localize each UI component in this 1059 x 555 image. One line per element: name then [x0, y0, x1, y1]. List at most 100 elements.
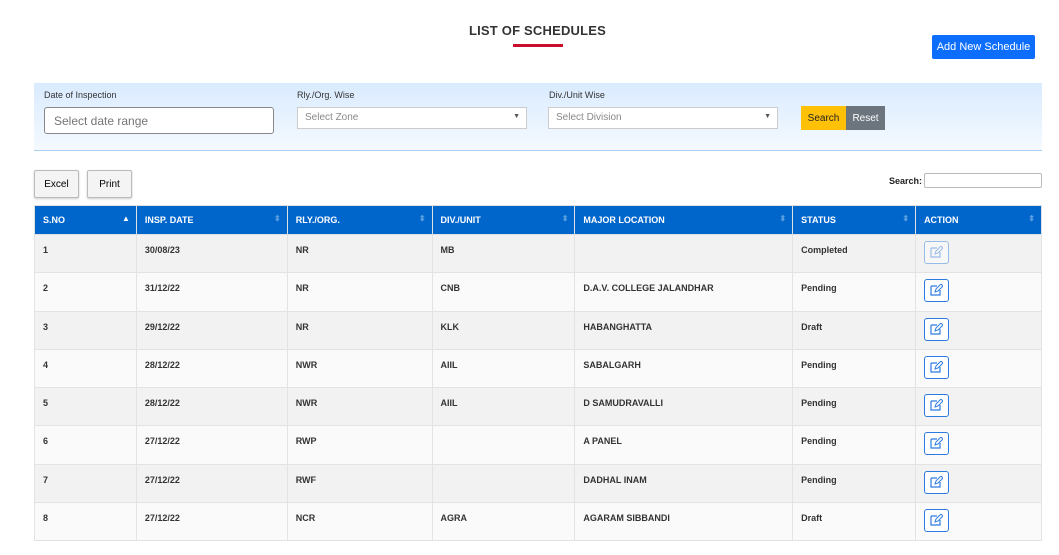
cell-div	[431, 463, 576, 504]
edit-icon	[930, 398, 944, 413]
search-label: Search:	[889, 176, 923, 186]
sort-icon: ⬍	[779, 214, 787, 223]
cell-sno: 6	[34, 425, 137, 465]
cell-status: Pending	[792, 425, 917, 465]
cell-loc: A PANEL	[574, 425, 794, 465]
cell-date: 30/08/23	[135, 233, 288, 274]
cell-action	[915, 272, 1042, 312]
cell-status: Draft	[792, 502, 917, 542]
edit-icon	[930, 513, 944, 528]
cell-action	[915, 502, 1042, 542]
edit-button[interactable]	[924, 470, 950, 494]
table-row: 7 27/12/22 RWF DADHAL INAM Pending	[34, 463, 1042, 504]
table-row: 2 31/12/22 NR CNB D.A.V. COLLEGE JALANDHAR Pe…	[34, 272, 1042, 312]
edit-button[interactable]	[924, 317, 950, 341]
column-header[interactable]: DIV./UNIT ⬍	[431, 205, 576, 235]
cell-status: Pending	[792, 387, 917, 427]
column-header-label: ACTION	[924, 215, 959, 225]
cell-div: CNB	[431, 272, 576, 312]
cell-loc: D SAMUDRAVALLI	[574, 387, 794, 427]
edit-button[interactable]	[924, 509, 950, 533]
edit-icon	[930, 436, 944, 451]
cell-action	[915, 387, 1042, 427]
cell-action	[915, 310, 1042, 350]
add-new-schedule-button[interactable]: Add New Schedule	[932, 35, 1035, 59]
column-header[interactable]: S.NO ▲	[34, 205, 137, 235]
zone-select-value: Select Zone	[305, 112, 359, 123]
page-title: LIST OF SCHEDULES	[468, 23, 607, 38]
search-button[interactable]: Search	[801, 106, 846, 130]
column-header[interactable]: STATUS ⬍	[792, 205, 917, 235]
table-row: 4 28/12/22 NWR AIIL SABALGARH Pending	[34, 348, 1042, 389]
table-search-input[interactable]	[924, 173, 1042, 188]
column-header[interactable]: MAJOR LOCATION ⬍	[574, 205, 794, 235]
cell-status: Pending	[792, 463, 917, 504]
cell-date: 27/12/22	[135, 502, 288, 542]
cell-sno: 1	[34, 233, 137, 274]
schedules-table: S.NO ▲ INSP. DATE ⬍ RLY./ORG. ⬍ DIV./UNIT ⬍ MAJO…	[34, 205, 1042, 542]
cell-rly: NR	[286, 233, 433, 274]
cell-div	[431, 425, 576, 465]
sort-icon: ⬍	[418, 214, 426, 223]
column-header-label: MAJOR LOCATION	[583, 215, 665, 225]
cell-rly: RWP	[286, 425, 433, 465]
division-label: Div./Unit Wise	[549, 90, 605, 100]
cell-div: AGRA	[431, 502, 576, 542]
cell-rly: NR	[286, 310, 433, 350]
cell-status: Pending	[792, 272, 917, 312]
edit-icon	[930, 360, 944, 375]
column-header-label: S.NO	[43, 215, 66, 225]
edit-icon	[930, 321, 944, 337]
edit-button[interactable]	[924, 241, 950, 264]
zone-select[interactable]: Select Zone ▼	[297, 107, 527, 129]
cell-loc: D.A.V. COLLEGE JALANDHAR	[574, 272, 794, 312]
edit-button[interactable]	[924, 279, 950, 303]
cell-status: Pending	[792, 348, 917, 389]
caret-down-icon: ▼	[764, 113, 771, 120]
edit-button[interactable]	[924, 432, 950, 456]
cell-date: 28/12/22	[135, 348, 288, 389]
zone-label: Rly./Org. Wise	[297, 90, 355, 100]
sort-icon: ⬍	[902, 214, 910, 223]
column-header[interactable]: ACTION ⬍	[915, 205, 1042, 235]
column-header-label: RLY./ORG.	[295, 215, 340, 225]
cell-rly: NCR	[286, 502, 433, 542]
cell-loc	[574, 233, 794, 274]
sort-icon: ⬍	[1028, 214, 1035, 223]
cell-div: AIIL	[431, 387, 576, 427]
table-row: 1 30/08/23 NR MB Completed	[34, 233, 1042, 274]
cell-action	[915, 233, 1042, 274]
edit-icon	[930, 283, 944, 298]
print-button[interactable]: Print	[87, 170, 132, 198]
table-row: 5 28/12/22 NWR AIIL D SAMUDRAVALLI Pending	[34, 387, 1042, 427]
cell-loc: HABANGHATTA	[574, 310, 794, 350]
filter-panel: Date of Inspection Rly./Org. Wise Select…	[34, 83, 1042, 151]
cell-sno: 7	[34, 463, 137, 504]
cell-sno: 2	[34, 272, 137, 312]
cell-rly: NWR	[286, 387, 433, 427]
cell-div: AIIL	[431, 348, 576, 389]
division-select-value: Select Division	[556, 112, 622, 123]
sort-icon: ⬍	[561, 214, 569, 223]
column-header[interactable]: RLY./ORG. ⬍	[286, 205, 433, 235]
edit-button[interactable]	[924, 355, 950, 379]
excel-button[interactable]: Excel	[34, 170, 79, 198]
cell-div: KLK	[431, 310, 576, 350]
cell-sno: 3	[34, 310, 137, 350]
reset-button[interactable]: Reset	[846, 106, 885, 130]
caret-down-icon: ▼	[513, 113, 520, 120]
cell-loc: DADHAL INAM	[574, 463, 794, 504]
cell-action	[915, 425, 1042, 465]
cell-action	[915, 463, 1042, 504]
column-header-label: INSP. DATE	[144, 215, 194, 225]
edit-button[interactable]	[924, 394, 950, 418]
column-header[interactable]: INSP. DATE ⬍	[135, 205, 288, 235]
cell-rly: RWF	[286, 463, 433, 504]
sort-icon: ⬍	[274, 214, 281, 223]
date-range-input[interactable]	[44, 107, 274, 134]
table-row: 8 27/12/22 NCR AGRA AGARAM SIBBANDI Draft	[34, 502, 1042, 542]
cell-date: 29/12/22	[135, 310, 288, 350]
division-select[interactable]: Select Division ▼	[548, 107, 778, 129]
cell-status: Draft	[792, 310, 917, 350]
date-label: Date of Inspection	[44, 90, 117, 100]
